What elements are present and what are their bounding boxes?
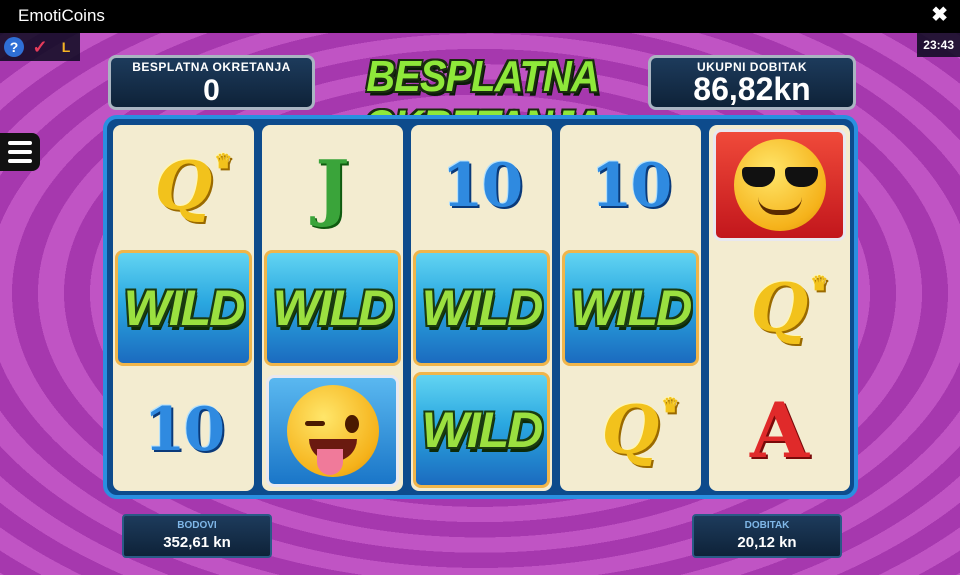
help-icon[interactable]: ?: [4, 37, 24, 57]
symbol-wild: WILD: [413, 372, 550, 488]
window-titlebar: EmotiCoins ✖: [0, 0, 960, 33]
symbol-ten: 10: [590, 151, 672, 221]
credits-value: 352,61 kn: [163, 534, 231, 551]
win-box: DOBITAK 20,12 kn: [692, 514, 842, 558]
symbol-a: A: [750, 385, 809, 475]
l-icon[interactable]: L: [56, 37, 76, 57]
symbol-ten: 10: [441, 151, 523, 221]
close-icon[interactable]: ✖: [931, 2, 948, 27]
total-win-panel: UKUPNI DOBITAK 86,82kn: [648, 55, 856, 110]
reel-2: J WILD: [262, 125, 403, 491]
symbol-q: Q ♛: [154, 147, 233, 225]
sunglasses-emoji-icon: [713, 129, 846, 241]
win-value: 20,12 kn: [737, 534, 797, 551]
crown-icon: ♛: [661, 393, 680, 417]
reel-5: Q ♛ A: [709, 125, 850, 491]
free-spins-label: BESPLATNA OKRETANJA: [132, 60, 291, 74]
game-toolbar: ? ✓ L: [0, 33, 80, 61]
win-label: DOBITAK: [744, 520, 790, 531]
reels-frame: Q ♛ WILD 10 J WILD 10 WILD WILD 10 WILD …: [103, 115, 858, 499]
reel-1: Q ♛ WILD 10: [113, 125, 254, 491]
symbol-wild: WILD: [562, 250, 699, 366]
clock: 23:43: [917, 33, 960, 57]
symbol-wild: WILD: [115, 250, 252, 366]
credits-box: BODOVI 352,61 kn: [122, 514, 272, 558]
credits-label: BODOVI: [177, 520, 217, 531]
window-title: EmotiCoins: [18, 6, 105, 25]
reel-4: 10 WILD Q ♛: [560, 125, 701, 491]
menu-icon[interactable]: [0, 133, 40, 171]
game-area: ? ✓ L 23:43 BESPLATNA OKRETANJA 0 BESPLA…: [0, 33, 960, 575]
symbol-wild: WILD: [264, 250, 401, 366]
symbol-q: Q ♛: [750, 269, 829, 347]
symbol-wild: WILD: [413, 250, 550, 366]
check-icon[interactable]: ✓: [30, 37, 50, 57]
symbol-ten: 10: [143, 395, 225, 465]
total-win-value: 86,82kn: [693, 71, 811, 107]
crown-icon: ♛: [810, 271, 829, 295]
symbol-j: J: [315, 143, 350, 229]
free-spins-value: 0: [203, 74, 220, 107]
crown-icon: ♛: [214, 149, 233, 173]
symbol-q: Q ♛: [601, 391, 680, 469]
free-spins-panel: BESPLATNA OKRETANJA 0: [108, 55, 315, 110]
wink-emoji-icon: [266, 375, 399, 487]
reel-3: 10 WILD WILD: [411, 125, 552, 491]
